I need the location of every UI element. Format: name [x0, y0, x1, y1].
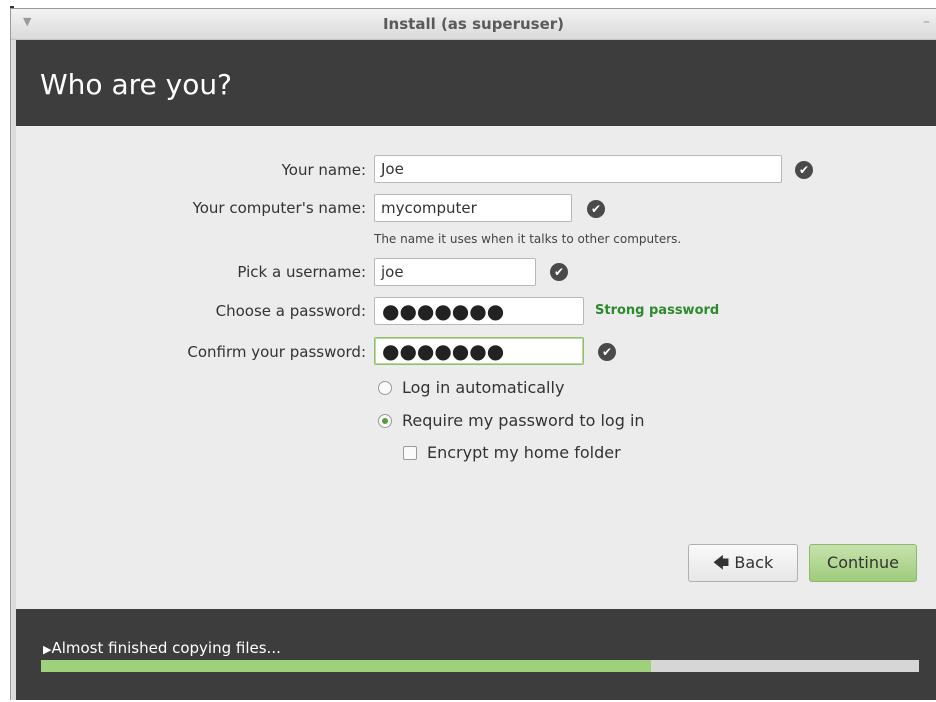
back-button-label: Back: [734, 553, 774, 572]
username-field[interactable]: joe: [374, 258, 536, 286]
name-valid-check-icon: ✔: [795, 161, 813, 179]
back-arrow-icon: 🡄: [712, 553, 730, 572]
password-strength-indicator: Strong password: [595, 303, 720, 318]
encrypt-home-checkbox[interactable]: [403, 446, 417, 460]
log-in-automatically-radio[interactable]: [378, 381, 392, 395]
encrypt-home-label[interactable]: Encrypt my home folder: [427, 443, 621, 462]
copy-progress-bar: [41, 660, 919, 672]
username-valid-check-icon: ✔: [550, 263, 568, 281]
continue-button-label: Continue: [827, 553, 899, 572]
name-field[interactable]: Joe: [374, 155, 782, 183]
require-password-label[interactable]: Require my password to log in: [402, 411, 645, 430]
progress-footer: ▶Almost finished copying files...: [16, 609, 936, 700]
side-strip: [11, 40, 16, 700]
copy-status[interactable]: ▶Almost finished copying files...: [43, 639, 281, 657]
confirm-password-label: Confirm your password:: [187, 343, 366, 361]
page-title: Who are you?: [40, 68, 232, 101]
computer-name-field[interactable]: mycomputer: [374, 194, 572, 222]
installer-window: ▼ Install (as superuser) – Who are you? …: [10, 8, 936, 700]
computer-name-label: Your computer's name:: [192, 199, 366, 217]
window-title: Install (as superuser): [382, 15, 565, 33]
username-label: Pick a username:: [237, 263, 366, 281]
computer-name-valid-check-icon: ✔: [587, 200, 605, 218]
password-field[interactable]: ●●●●●●●: [374, 297, 584, 325]
back-button[interactable]: 🡄 Back: [688, 544, 798, 582]
minimize-icon[interactable]: –: [923, 14, 930, 30]
require-password-radio[interactable]: [378, 414, 392, 428]
page-header: Who are you?: [16, 40, 936, 126]
computer-name-hint: The name it uses when it talks to other …: [374, 232, 682, 246]
copy-progress-fill: [41, 660, 652, 672]
copy-status-text: Almost finished copying files...: [51, 639, 281, 657]
log-in-automatically-label[interactable]: Log in automatically: [402, 378, 564, 397]
continue-button[interactable]: Continue: [809, 544, 917, 582]
confirm-password-field[interactable]: ●●●●●●●: [374, 337, 584, 365]
name-label: Your name:: [281, 161, 366, 179]
confirm-password-valid-check-icon: ✔: [598, 343, 616, 361]
title-bar: ▼ Install (as superuser) –: [11, 9, 936, 40]
password-label: Choose a password:: [215, 302, 366, 320]
